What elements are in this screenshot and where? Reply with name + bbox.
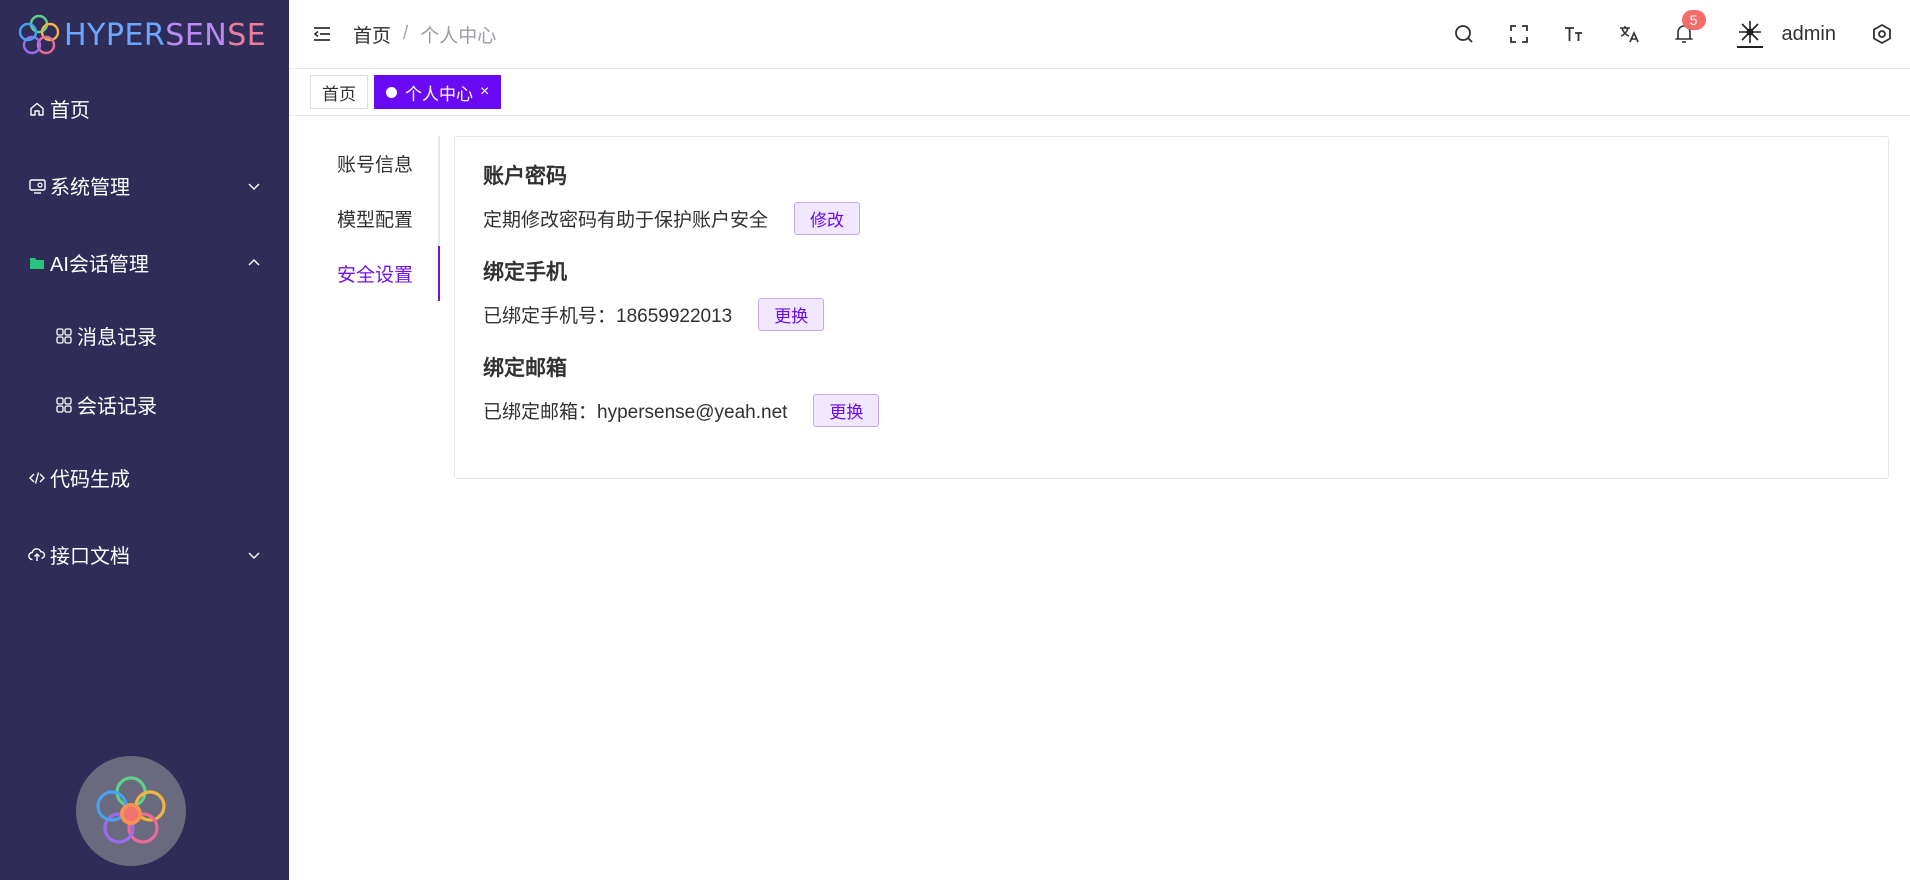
breadcrumb-current: 个人中心	[420, 25, 497, 47]
username: admin	[1781, 22, 1836, 45]
translate-icon	[1619, 26, 1639, 43]
tab-security-settings[interactable]: 安全设置	[289, 246, 440, 301]
password-section: 账户密码 定期修改密码有助于保护账户安全 修改	[483, 161, 1860, 235]
tab-model-config[interactable]: 模型配置	[289, 191, 438, 246]
monitor-icon	[28, 177, 46, 195]
notification-button[interactable]: 5	[1672, 10, 1706, 46]
settings-hexagon-icon	[1873, 24, 1891, 44]
tab-label: 首页	[322, 84, 356, 104]
logo-text-part3: SE	[227, 17, 267, 53]
top-header: 首页 / 个人中心 5 admin	[289, 0, 1910, 68]
section-title: 绑定手机	[483, 261, 567, 284]
font-size-button[interactable]	[1562, 22, 1586, 46]
language-button[interactable]	[1617, 22, 1641, 46]
breadcrumb-home[interactable]: 首页	[353, 21, 391, 48]
section-desc: 已绑定邮箱：hypersense@yeah.net	[483, 401, 788, 423]
sidebar-menu: 首页 系统管理 AI会话管理 消息记录 会话记录 代码生成 接口文档	[0, 70, 289, 593]
grid-icon	[55, 327, 73, 345]
section-desc: 已绑定手机号：18659922013	[483, 305, 733, 327]
sidebar-item-session-records[interactable]: 会话记录	[0, 370, 289, 439]
section-row: 已绑定手机号：18659922013 更换	[483, 297, 1860, 331]
logo[interactable]: HYPERSENSE	[0, 0, 289, 70]
active-dot-icon	[386, 86, 397, 98]
sidebar-item-api-docs[interactable]: 接口文档	[0, 516, 289, 593]
tab-label: 个人中心	[405, 84, 473, 104]
close-icon[interactable]: ×	[480, 83, 489, 101]
code-icon	[28, 469, 46, 487]
user-menu[interactable]: admin	[1730, 14, 1836, 54]
sidebar-item-ai-session[interactable]: AI会话管理	[0, 224, 289, 301]
chevron-down-icon	[248, 552, 260, 559]
settings-button[interactable]	[1870, 22, 1894, 46]
change-password-button[interactable]: 修改	[794, 201, 861, 235]
tab-home[interactable]: 首页	[310, 75, 368, 109]
sidebar: HYPERSENSE 首页 系统管理 AI会话管理 消息记录 会话记录 代码生成…	[0, 0, 289, 880]
change-phone-button[interactable]: 更换	[758, 297, 825, 331]
breadcrumb: 首页 / 个人中心	[353, 21, 496, 48]
change-email-button[interactable]: 更换	[813, 393, 880, 427]
sidebar-item-label: 消息记录	[77, 327, 157, 349]
font-size-icon	[1564, 27, 1582, 41]
sidebar-item-label: 会话记录	[77, 396, 157, 418]
sidebar-item-system[interactable]: 系统管理	[0, 147, 289, 224]
fullscreen-button[interactable]	[1507, 22, 1531, 46]
sidebar-item-label: 接口文档	[50, 546, 130, 568]
cloud-icon	[28, 546, 46, 564]
chevron-up-icon	[248, 258, 260, 265]
logo-text-part1: HYPER	[64, 17, 166, 53]
flower-logo-icon	[96, 776, 166, 844]
chevron-down-icon	[248, 183, 260, 190]
menu-fold-icon[interactable]	[311, 23, 333, 45]
section-row: 已绑定邮箱：hypersense@yeah.net 更换	[483, 393, 1860, 427]
logo-text-part2: SEN	[165, 17, 228, 53]
sidebar-item-label: 首页	[50, 100, 90, 122]
sidebar-item-home[interactable]: 首页	[0, 70, 289, 147]
search-button[interactable]	[1452, 22, 1476, 46]
breadcrumb-separator: /	[403, 23, 409, 44]
email-section: 绑定邮箱 已绑定邮箱：hypersense@yeah.net 更换	[483, 353, 1860, 427]
sidebar-item-message-records[interactable]: 消息记录	[0, 301, 289, 370]
header-tools: 5 admin	[1421, 0, 1910, 68]
sidebar-item-code-gen[interactable]: 代码生成	[0, 439, 289, 516]
notification-badge: 5	[1681, 10, 1706, 30]
avatar-logo-icon	[1736, 21, 1763, 48]
fullscreen-icon	[1509, 25, 1528, 43]
avatar	[1730, 14, 1770, 54]
grid-icon	[55, 396, 73, 414]
main-content: 账号信息 模型配置 安全设置 账户密码 定期修改密码有助于保护账户安全 修改 绑…	[289, 116, 1910, 880]
sidebar-item-label: 系统管理	[50, 177, 130, 199]
security-settings-panel: 账户密码 定期修改密码有助于保护账户安全 修改 绑定手机 已绑定手机号：1865…	[454, 136, 1889, 479]
tabs-bar: 首页 个人中心 ×	[289, 68, 1910, 116]
section-title: 账户密码	[483, 165, 567, 188]
logo-text: HYPERSENSE	[64, 18, 266, 53]
home-icon	[28, 100, 46, 118]
folder-icon	[28, 254, 46, 272]
section-row: 定期修改密码有助于保护账户安全 修改	[483, 201, 1860, 235]
search-icon	[1454, 25, 1473, 43]
section-title: 绑定邮箱	[483, 357, 567, 380]
sidebar-item-label: AI会话管理	[50, 254, 149, 276]
tab-profile[interactable]: 个人中心 ×	[374, 75, 502, 109]
profile-tabs: 账号信息 模型配置 安全设置	[289, 136, 440, 301]
phone-section: 绑定手机 已绑定手机号：18659922013 更换	[483, 257, 1860, 331]
ai-assistant-avatar[interactable]	[76, 756, 186, 866]
tab-account-info[interactable]: 账号信息	[289, 136, 438, 191]
flower-logo-icon	[18, 14, 60, 55]
sidebar-item-label: 代码生成	[50, 469, 130, 491]
section-desc: 定期修改密码有助于保护账户安全	[483, 209, 769, 231]
